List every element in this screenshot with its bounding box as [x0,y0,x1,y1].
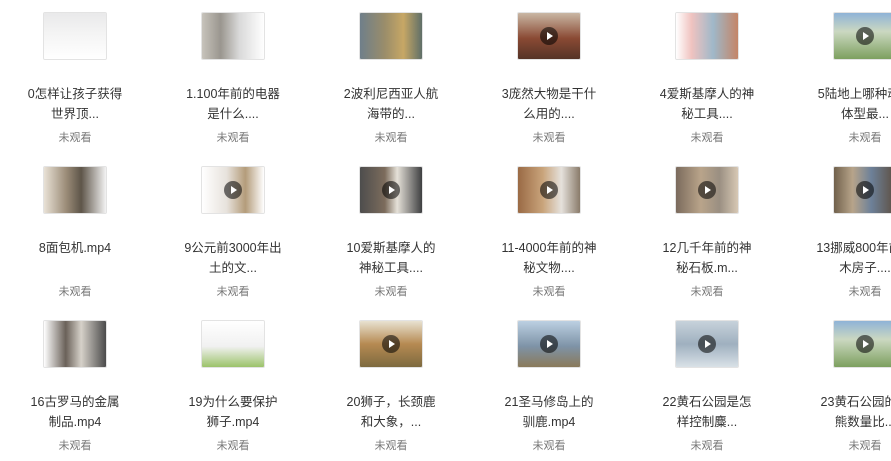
video-title[interactable]: 4爱斯基摩人的神秘工具.... [657,84,757,124]
video-thumbnail[interactable] [517,12,581,60]
watch-status: 未观看 [216,440,250,452]
watch-status: 未观看 [216,132,250,144]
video-card[interactable]: 1.100年前的电器是什么.... 未观看 [158,12,308,162]
video-card[interactable]: 13挪威800年前的木房子.... 未观看 [790,166,891,316]
video-card[interactable]: 2波利尼西亚人航海带的... 未观看 [316,12,466,162]
video-card[interactable]: 22黄石公园是怎样控制麋... 未观看 [632,320,782,461]
video-thumbnail[interactable] [359,12,423,60]
video-grid: 0怎样让孩子获得世界顶... 未观看 1.100年前的电器是什么.... 未观看 2波利… [0,0,891,461]
video-thumbnail[interactable] [833,166,891,214]
thumbnail-image [44,167,106,213]
watch-status: 未观看 [532,440,566,452]
play-icon[interactable] [698,181,716,199]
watch-status: 未观看 [848,286,882,298]
watch-status: 未观看 [690,286,724,298]
video-title[interactable]: 1.100年前的电器是什么.... [183,84,283,124]
thumbnail-image [44,321,106,367]
thumbnail-image [202,321,264,367]
watch-status: 未观看 [58,286,92,298]
video-title[interactable]: 21圣马修岛上的驯鹿.mp4 [499,392,599,432]
video-card[interactable]: 3庞然大物是干什么用的.... 未观看 [474,12,624,162]
video-thumbnail[interactable] [201,320,265,368]
video-title[interactable]: 12几千年前的神秘石板.m... [657,238,757,278]
watch-status: 未观看 [848,440,882,452]
video-card[interactable]: 4爱斯基摩人的神秘工具.... 未观看 [632,12,782,162]
play-icon[interactable] [698,335,716,353]
watch-status: 未观看 [690,440,724,452]
play-icon[interactable] [540,27,558,45]
play-icon[interactable] [540,181,558,199]
video-thumbnail[interactable] [675,12,739,60]
video-thumbnail[interactable] [675,320,739,368]
video-card[interactable]: 12几千年前的神秘石板.m... 未观看 [632,166,782,316]
video-title[interactable]: 8面包机.mp4 [25,238,125,278]
watch-status: 未观看 [374,440,408,452]
thumbnail-image [676,13,738,59]
play-icon[interactable] [224,181,242,199]
video-thumbnail[interactable] [201,12,265,60]
play-icon[interactable] [540,335,558,353]
video-thumbnail[interactable] [43,320,107,368]
video-thumbnail[interactable] [43,166,107,214]
thumbnail-image [202,13,264,59]
watch-status: 未观看 [374,286,408,298]
play-icon[interactable] [856,335,874,353]
video-card[interactable]: 16古罗马的金属制品.mp4 未观看 [0,320,150,461]
video-title[interactable]: 2波利尼西亚人航海带的... [341,84,441,124]
watch-status: 未观看 [532,132,566,144]
video-thumbnail[interactable] [201,166,265,214]
video-title[interactable]: 9公元前3000年出土的文... [183,238,283,278]
video-thumbnail[interactable] [517,320,581,368]
play-icon[interactable] [856,27,874,45]
watch-status: 未观看 [848,132,882,144]
video-title[interactable]: 10爱斯基摩人的神秘工具.... [341,238,441,278]
watch-status: 未观看 [58,132,92,144]
video-card[interactable]: 20狮子，长颈鹿和大象，... 未观看 [316,320,466,461]
watch-status: 未观看 [690,132,724,144]
watch-status: 未观看 [58,440,92,452]
video-thumbnail[interactable] [675,166,739,214]
video-title[interactable]: 11-4000年前的神秘文物.... [499,238,599,278]
video-card[interactable]: 21圣马修岛上的驯鹿.mp4 未观看 [474,320,624,461]
video-title[interactable]: 0怎样让孩子获得世界顶... [25,84,125,124]
watch-status: 未观看 [532,286,566,298]
video-card[interactable]: 10爱斯基摩人的神秘工具.... 未观看 [316,166,466,316]
video-card[interactable]: 8面包机.mp4 未观看 [0,166,150,316]
video-thumbnail[interactable] [833,320,891,368]
video-thumbnail[interactable] [517,166,581,214]
watch-status: 未观看 [216,286,250,298]
video-title[interactable]: 22黄石公园是怎样控制麋... [657,392,757,432]
play-icon[interactable] [856,181,874,199]
play-icon[interactable] [382,335,400,353]
video-title[interactable]: 5陆地上哪种动物体型最... [815,84,891,124]
video-card[interactable]: 9公元前3000年出土的文... 未观看 [158,166,308,316]
thumbnail-image [44,13,106,59]
video-thumbnail[interactable] [833,12,891,60]
video-title[interactable]: 23黄石公园的棕熊数量比... [815,392,891,432]
video-thumbnail[interactable] [43,12,107,60]
video-card[interactable]: 5陆地上哪种动物体型最... 未观看 [790,12,891,162]
video-title[interactable]: 16古罗马的金属制品.mp4 [25,392,125,432]
video-card[interactable]: 11-4000年前的神秘文物.... 未观看 [474,166,624,316]
video-card[interactable]: 23黄石公园的棕熊数量比... 未观看 [790,320,891,461]
video-thumbnail[interactable] [359,320,423,368]
video-title[interactable]: 13挪威800年前的木房子.... [815,238,891,278]
watch-status: 未观看 [374,132,408,144]
play-icon[interactable] [382,181,400,199]
video-title[interactable]: 19为什么要保护狮子.mp4 [183,392,283,432]
video-card[interactable]: 19为什么要保护狮子.mp4 未观看 [158,320,308,461]
thumbnail-image [360,13,422,59]
video-thumbnail[interactable] [359,166,423,214]
video-card[interactable]: 0怎样让孩子获得世界顶... 未观看 [0,12,150,162]
video-title[interactable]: 20狮子，长颈鹿和大象，... [341,392,441,432]
video-title[interactable]: 3庞然大物是干什么用的.... [499,84,599,124]
